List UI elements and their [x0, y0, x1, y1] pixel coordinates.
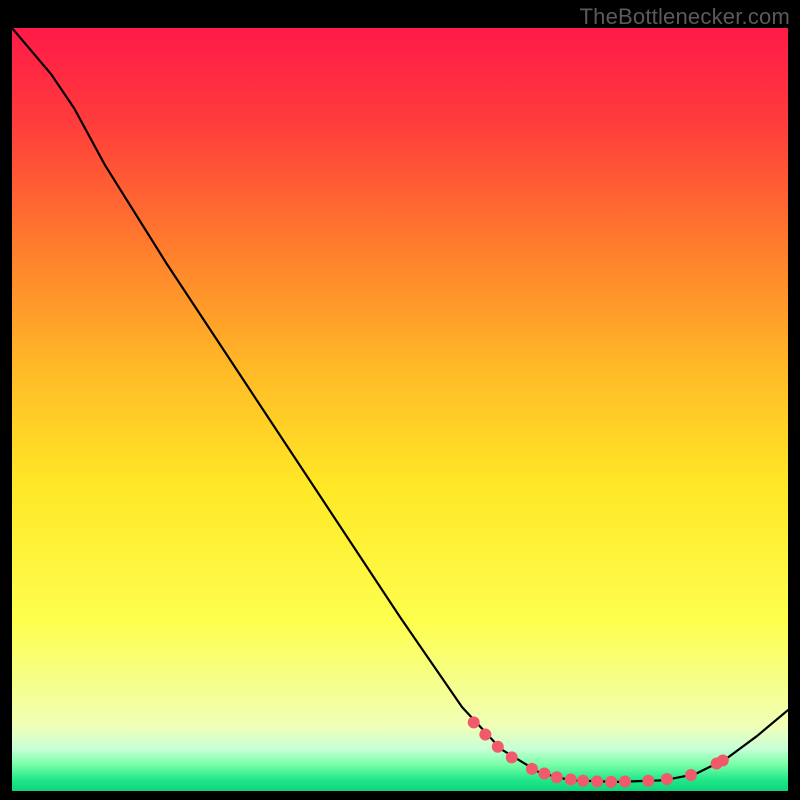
data-marker	[551, 771, 563, 783]
data-marker	[685, 769, 697, 781]
data-marker	[619, 775, 631, 787]
data-marker	[538, 767, 550, 779]
data-marker	[642, 775, 654, 787]
data-marker	[506, 751, 518, 763]
chart-root: TheBottlenecker.com	[0, 0, 800, 800]
data-marker	[577, 775, 589, 787]
data-marker	[492, 741, 504, 753]
data-marker	[591, 775, 603, 787]
plot-area	[12, 28, 788, 791]
watermark-text: TheBottlenecker.com	[580, 4, 790, 30]
data-marker	[717, 754, 729, 766]
data-marker	[661, 773, 673, 785]
data-marker	[468, 716, 480, 728]
data-marker	[605, 776, 617, 788]
data-marker	[565, 774, 577, 786]
data-marker	[526, 763, 538, 775]
chart-svg	[12, 28, 788, 791]
data-marker	[479, 729, 491, 741]
gradient-background	[12, 28, 788, 791]
